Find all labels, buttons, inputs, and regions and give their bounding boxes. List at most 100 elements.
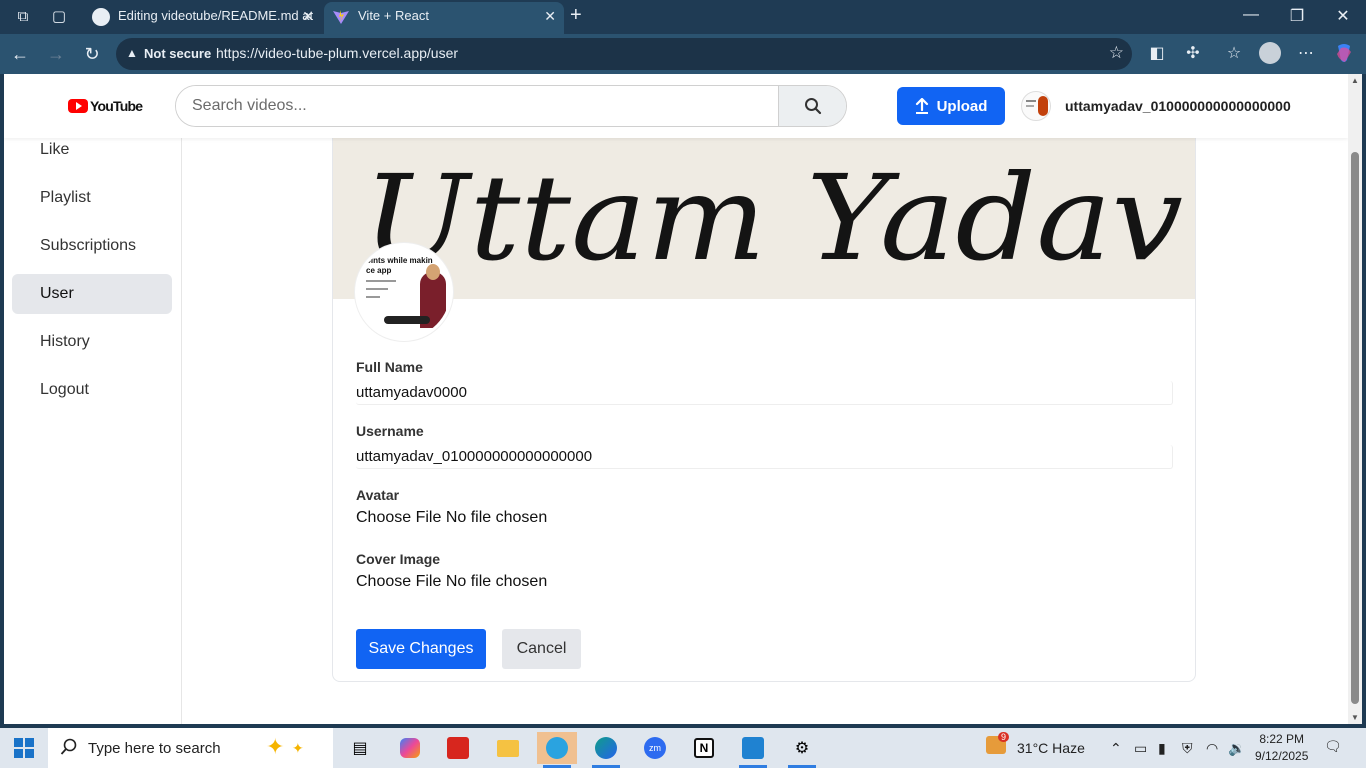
- volume-icon[interactable]: 🔉: [1228, 740, 1245, 757]
- github-icon: [92, 8, 110, 26]
- vscode-icon[interactable]: [733, 732, 773, 768]
- edge-icon[interactable]: [586, 732, 626, 768]
- cover-image-file-input[interactable]: Choose File No file chosen: [356, 573, 547, 591]
- favorite-star-icon[interactable]: ☆: [1109, 43, 1124, 63]
- refresh-icon[interactable]: ↻: [80, 42, 104, 66]
- meet-icon[interactable]: ▭: [1134, 740, 1147, 757]
- search-icon: [60, 738, 77, 755]
- sidebar-item-history[interactable]: History: [12, 322, 172, 362]
- close-window-icon[interactable]: ✕: [1320, 6, 1366, 26]
- copilot-icon[interactable]: [1332, 42, 1356, 66]
- vite-icon: [332, 8, 350, 26]
- youtube-logo[interactable]: YouTube: [68, 98, 143, 114]
- favorites-icon[interactable]: ☆: [1222, 42, 1246, 66]
- fullname-field[interactable]: [356, 381, 1173, 405]
- cancel-button[interactable]: Cancel: [502, 629, 581, 669]
- url-text[interactable]: https://video-tube-plum.vercel.app/user: [216, 45, 458, 61]
- taskbar-search[interactable]: Type here to search ✦ ✦: [48, 728, 333, 768]
- header-username[interactable]: uttamyadav_010000000000000000: [1065, 98, 1291, 114]
- clock-time: 8:22 PM: [1259, 732, 1305, 746]
- restore-icon[interactable]: ❐: [1274, 6, 1320, 26]
- notifications-icon[interactable]: 🗨: [1324, 738, 1342, 755]
- battery-icon[interactable]: ▮: [1158, 740, 1166, 757]
- cover-image: Uttam Yadav: [333, 129, 1195, 299]
- weather-text[interactable]: 31°C Haze: [1017, 740, 1085, 756]
- security-icon[interactable]: ⛨: [1182, 740, 1193, 757]
- save-changes-button[interactable]: Save Changes: [356, 629, 486, 669]
- chevron-up-icon[interactable]: ⌃: [1110, 740, 1122, 757]
- play-icon: [68, 99, 88, 113]
- upload-label: Upload: [936, 97, 988, 115]
- profile-icon[interactable]: [1258, 42, 1282, 66]
- search-bar: [175, 85, 847, 127]
- page-scrollbar[interactable]: ▲ ▼: [1348, 74, 1362, 724]
- upload-button[interactable]: Upload: [897, 87, 1005, 125]
- settings-icon[interactable]: ⚙: [782, 732, 822, 768]
- close-tab-icon[interactable]: ✕: [302, 2, 314, 30]
- forward-icon[interactable]: →: [44, 42, 68, 66]
- main-content: Uttam Yadav oints while makin ce app Ful…: [182, 128, 1348, 724]
- minimize-icon[interactable]: —: [1228, 6, 1274, 24]
- fullname-label: Full Name: [356, 359, 423, 375]
- app-header: YouTube Upload uttamyadav_01000000000000…: [4, 74, 1348, 138]
- username-field[interactable]: [356, 445, 1173, 469]
- zoom-icon[interactable]: zm: [635, 732, 675, 764]
- workspaces-icon[interactable]: ⧉: [12, 6, 34, 28]
- sparkle-icon: ✦: [266, 734, 285, 759]
- extensions-icon[interactable]: ✣: [1181, 42, 1205, 66]
- wifi-icon[interactable]: ◠: [1206, 740, 1218, 757]
- scroll-thumb[interactable]: [1351, 152, 1359, 704]
- tab-title: Vite + React: [358, 8, 429, 23]
- notion-icon[interactable]: N: [684, 732, 724, 764]
- clock-date: 9/12/2025: [1255, 749, 1309, 763]
- web-page: YouTube Upload uttamyadav_01000000000000…: [4, 74, 1348, 724]
- sidebar-item-label: User: [40, 285, 74, 302]
- scroll-down-icon[interactable]: ▼: [1351, 713, 1359, 722]
- security-label[interactable]: Not secure: [144, 46, 211, 61]
- scroll-up-icon[interactable]: ▲: [1351, 76, 1359, 85]
- clock[interactable]: 8:22 PM 9/12/2025: [1255, 731, 1308, 765]
- more-icon[interactable]: ⋯: [1294, 42, 1318, 66]
- tab-github[interactable]: Editing videotube/README.md at ✕: [84, 2, 322, 34]
- windows-taskbar: Type here to search ✦ ✦ ▤ zm N ⚙ 9 31°C …: [0, 728, 1366, 768]
- avatar-caption: ce app: [366, 266, 392, 275]
- task-view-icon[interactable]: ▤: [340, 732, 380, 764]
- avatar-caption: oints while makin: [366, 256, 433, 265]
- weather-icon[interactable]: 9: [986, 732, 1010, 757]
- reader-icon[interactable]: ◧: [1145, 42, 1169, 66]
- browser-toolbar: ← → ↻ ▲ Not secure https://video-tube-pl…: [0, 34, 1366, 74]
- search-button[interactable]: [778, 86, 846, 126]
- cover-image-label: Cover Image: [356, 551, 441, 567]
- search-input[interactable]: [176, 86, 778, 126]
- cover-signature: Uttam Yadav: [363, 149, 1183, 287]
- tab-title: Editing videotube/README.md at: [118, 8, 314, 23]
- sidebar-item-label: Logout: [40, 381, 89, 398]
- sidebar-item-label: Like: [40, 141, 70, 158]
- tab-vite-react[interactable]: Vite + React ✕: [324, 2, 564, 34]
- avatar-label: Avatar: [356, 487, 400, 503]
- sidebar-item-playlist[interactable]: Playlist: [12, 178, 172, 218]
- sidebar-item-logout[interactable]: Logout: [12, 370, 172, 410]
- avatar-file-input[interactable]: Choose File No file chosen: [356, 509, 547, 527]
- file-explorer-icon[interactable]: [488, 732, 528, 764]
- sidebar-item-label: History: [40, 333, 90, 350]
- telegram-icon[interactable]: [537, 732, 577, 768]
- acrobat-icon[interactable]: [438, 732, 478, 764]
- sidebar-item-subscriptions[interactable]: Subscriptions: [12, 226, 172, 266]
- back-icon[interactable]: ←: [8, 42, 32, 66]
- sidebar: Like Playlist Subscriptions User History…: [4, 138, 182, 724]
- tab-actions-icon[interactable]: ▢: [48, 6, 70, 28]
- new-tab-icon[interactable]: +: [570, 4, 582, 27]
- search-icon: [804, 98, 821, 115]
- copilot-app-icon[interactable]: [390, 732, 430, 764]
- address-bar[interactable]: ▲ Not secure https://video-tube-plum.ver…: [116, 38, 1132, 70]
- sparkle-icon: ✦: [292, 740, 304, 756]
- windows-start-icon[interactable]: [14, 738, 34, 758]
- sidebar-item-user[interactable]: User: [12, 274, 172, 314]
- username-label: Username: [356, 423, 424, 439]
- avatar[interactable]: [1021, 91, 1051, 121]
- close-tab-icon[interactable]: ✕: [544, 2, 556, 30]
- profile-avatar: oints while makin ce app: [355, 243, 453, 341]
- warning-icon[interactable]: ▲: [126, 46, 138, 60]
- profile-card: Uttam Yadav oints while makin ce app Ful…: [332, 128, 1196, 682]
